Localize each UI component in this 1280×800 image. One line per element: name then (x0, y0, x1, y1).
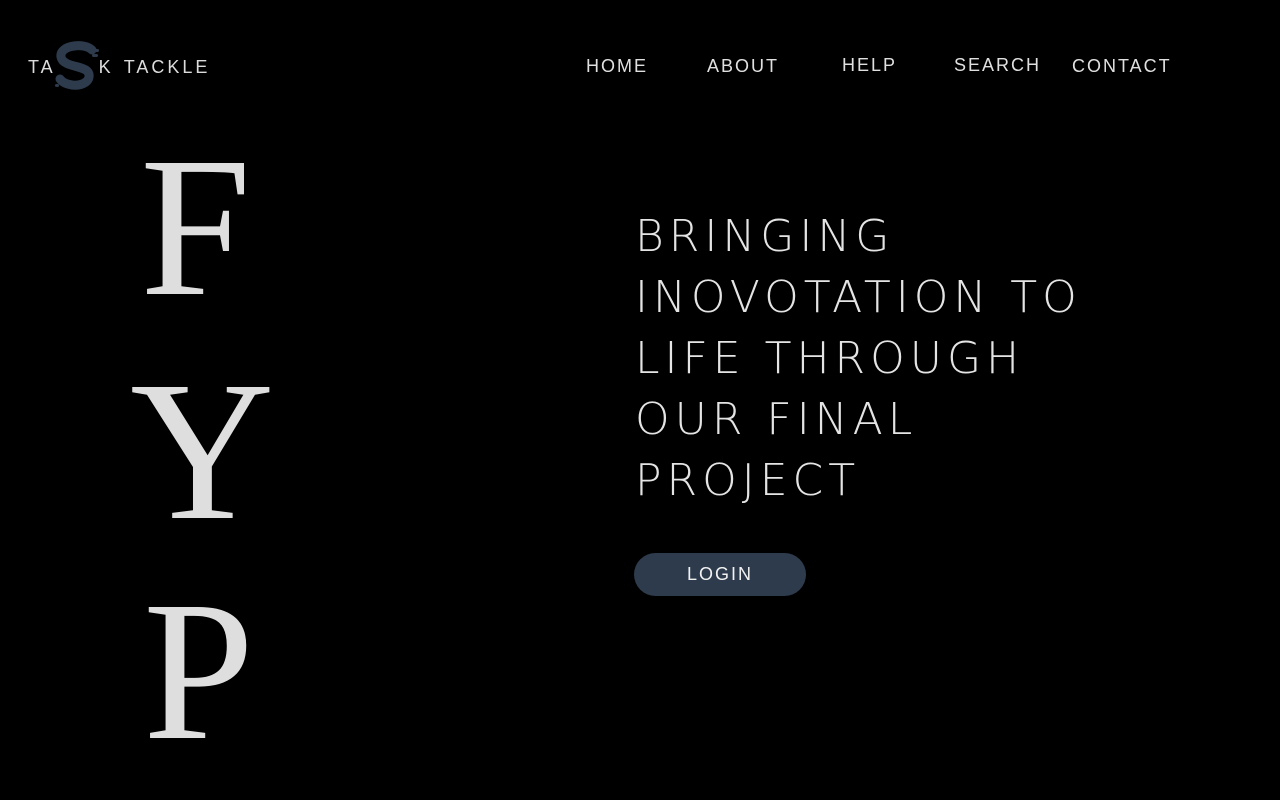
hero-letter-f: F (140, 117, 252, 338)
main-nav: HOME ABOUT HELP SEARCH CONTACT (0, 55, 1280, 82)
headline-line: INOVOTATION TO (635, 272, 1082, 323)
nav-contact[interactable]: CONTACT (1072, 56, 1172, 77)
landing-page: TA K TACKLE HOME ABOUT HELP SEARCH CONTA… (0, 0, 1280, 800)
nav-about[interactable]: ABOUT (707, 56, 779, 77)
headline-line: BRINGING (635, 211, 895, 262)
hero-letter-y: Y (130, 341, 275, 562)
headline-line: PROJECT (635, 455, 861, 506)
login-button[interactable]: LOGIN (634, 553, 806, 596)
headline-line: OUR FINAL (635, 394, 918, 445)
headline-line: LIFE THROUGH (635, 333, 1025, 384)
hero-headline: BRINGING INOVOTATION TO LIFE THROUGH OUR… (635, 206, 1195, 511)
hero-letter-p: P (143, 561, 255, 782)
nav-search[interactable]: SEARCH (954, 55, 1041, 76)
nav-help[interactable]: HELP (842, 55, 897, 76)
nav-home[interactable]: HOME (586, 56, 648, 77)
